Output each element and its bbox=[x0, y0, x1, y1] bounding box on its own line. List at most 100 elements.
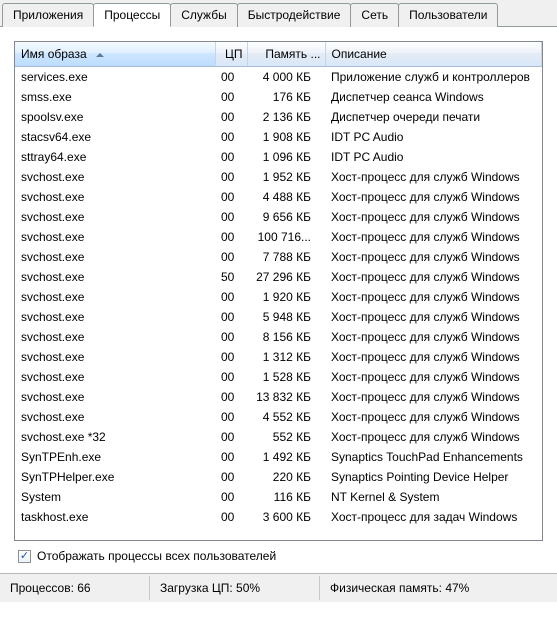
cell-memory: 27 296 КБ bbox=[247, 267, 325, 287]
cell-description: Хост-процесс для служб Windows bbox=[325, 267, 542, 287]
cell-cpu: 00 bbox=[215, 307, 247, 327]
cell-memory: 9 656 КБ bbox=[247, 207, 325, 227]
column-header-name-label: Имя образа bbox=[21, 47, 87, 61]
cell-memory: 1 096 КБ bbox=[247, 147, 325, 167]
cell-description: IDT PC Audio bbox=[325, 147, 542, 167]
table-row[interactable]: svchost.exe0013 832 КБХост-процесс для с… bbox=[15, 387, 542, 407]
table-row[interactable]: services.exe004 000 КБПриложение служб и… bbox=[15, 67, 542, 87]
cell-memory: 2 136 КБ bbox=[247, 107, 325, 127]
cell-cpu: 00 bbox=[215, 407, 247, 427]
tab-content: Имя образа ЦП Память ... Описание servic… bbox=[0, 27, 557, 573]
show-all-users-checkbox[interactable]: ✓ bbox=[18, 550, 31, 563]
cell-cpu: 00 bbox=[215, 467, 247, 487]
cell-name: stacsv64.exe bbox=[15, 127, 215, 147]
cell-memory: 4 552 КБ bbox=[247, 407, 325, 427]
tab-2[interactable]: Службы bbox=[170, 3, 237, 27]
column-header-memory[interactable]: Память ... bbox=[247, 42, 325, 67]
tab-1[interactable]: Процессы bbox=[93, 3, 171, 27]
cell-name: svchost.exe bbox=[15, 267, 215, 287]
cell-description: Хост-процесс для задач Windows bbox=[325, 507, 542, 527]
table-row[interactable]: svchost.exe001 952 КБХост-процесс для сл… bbox=[15, 167, 542, 187]
table-row[interactable]: svchost.exe001 312 КБХост-процесс для сл… bbox=[15, 347, 542, 367]
table-row[interactable]: svchost.exe004 552 КБХост-процесс для сл… bbox=[15, 407, 542, 427]
table-row[interactable]: svchost.exe007 788 КБХост-процесс для сл… bbox=[15, 247, 542, 267]
cell-description: Хост-процесс для служб Windows bbox=[325, 247, 542, 267]
cell-name: SynTPEnh.exe bbox=[15, 447, 215, 467]
table-row[interactable]: SynTPEnh.exe001 492 КБSynaptics TouchPad… bbox=[15, 447, 542, 467]
cell-cpu: 00 bbox=[215, 367, 247, 387]
cell-name: smss.exe bbox=[15, 87, 215, 107]
table-row[interactable]: svchost.exe005 948 КБХост-процесс для сл… bbox=[15, 307, 542, 327]
cell-description: Хост-процесс для служб Windows bbox=[325, 387, 542, 407]
cell-name: System bbox=[15, 487, 215, 507]
cell-cpu: 00 bbox=[215, 327, 247, 347]
table-row[interactable]: svchost.exe5027 296 КБХост-процесс для с… bbox=[15, 267, 542, 287]
cell-description: Диспетчер сеанса Windows bbox=[325, 87, 542, 107]
table-row[interactable]: stacsv64.exe001 908 КБIDT PC Audio bbox=[15, 127, 542, 147]
cell-name: svchost.exe bbox=[15, 347, 215, 367]
tab-bar: ПриложенияПроцессыСлужбыБыстродействиеСе… bbox=[0, 0, 557, 27]
cell-name: sttray64.exe bbox=[15, 147, 215, 167]
cell-memory: 1 528 КБ bbox=[247, 367, 325, 387]
cell-cpu: 00 bbox=[215, 187, 247, 207]
column-header-name[interactable]: Имя образа bbox=[15, 42, 215, 67]
status-process-count: Процессов: 66 bbox=[0, 576, 150, 600]
cell-cpu: 50 bbox=[215, 267, 247, 287]
cell-memory: 116 КБ bbox=[247, 487, 325, 507]
cell-cpu: 00 bbox=[215, 387, 247, 407]
cell-cpu: 00 bbox=[215, 247, 247, 267]
cell-name: svchost.exe bbox=[15, 367, 215, 387]
cell-memory: 8 156 КБ bbox=[247, 327, 325, 347]
tab-3[interactable]: Быстродействие bbox=[237, 3, 352, 27]
table-row[interactable]: System00116 КБNT Kernel & System bbox=[15, 487, 542, 507]
cell-cpu: 00 bbox=[215, 347, 247, 367]
cell-memory: 4 000 КБ bbox=[247, 67, 325, 87]
cell-memory: 100 716... bbox=[247, 227, 325, 247]
process-table-container: Имя образа ЦП Память ... Описание servic… bbox=[14, 41, 543, 541]
table-row[interactable]: spoolsv.exe002 136 КБДиспетчер очереди п… bbox=[15, 107, 542, 127]
cell-name: services.exe bbox=[15, 67, 215, 87]
table-row[interactable]: svchost.exe001 920 КБХост-процесс для сл… bbox=[15, 287, 542, 307]
table-row[interactable]: svchost.exe *3200552 КБХост-процесс для … bbox=[15, 427, 542, 447]
cell-cpu: 00 bbox=[215, 167, 247, 187]
table-row[interactable]: svchost.exe001 528 КБХост-процесс для сл… bbox=[15, 367, 542, 387]
cell-memory: 7 788 КБ bbox=[247, 247, 325, 267]
table-row[interactable]: SynTPHelper.exe00220 КБSynaptics Pointin… bbox=[15, 467, 542, 487]
status-bar: Процессов: 66 Загрузка ЦП: 50% Физическа… bbox=[0, 573, 557, 602]
table-row[interactable]: taskhost.exe003 600 КБХост-процесс для з… bbox=[15, 507, 542, 527]
cell-description: Synaptics TouchPad Enhancements bbox=[325, 447, 542, 467]
cell-cpu: 00 bbox=[215, 207, 247, 227]
tab-5[interactable]: Пользователи bbox=[398, 3, 498, 27]
cell-description: Хост-процесс для служб Windows bbox=[325, 227, 542, 247]
cell-memory: 1 952 КБ bbox=[247, 167, 325, 187]
cell-description: Хост-процесс для служб Windows bbox=[325, 167, 542, 187]
table-row[interactable]: svchost.exe00100 716...Хост-процесс для … bbox=[15, 227, 542, 247]
cell-cpu: 00 bbox=[215, 127, 247, 147]
cell-description: IDT PC Audio bbox=[325, 127, 542, 147]
tab-0[interactable]: Приложения bbox=[2, 3, 94, 27]
cell-name: svchost.exe bbox=[15, 247, 215, 267]
cell-cpu: 00 bbox=[215, 227, 247, 247]
cell-description: Диспетчер очереди печати bbox=[325, 107, 542, 127]
cell-name: svchost.exe bbox=[15, 407, 215, 427]
table-row[interactable]: sttray64.exe001 096 КБIDT PC Audio bbox=[15, 147, 542, 167]
cell-name: svchost.exe bbox=[15, 227, 215, 247]
table-row[interactable]: smss.exe00176 КБДиспетчер сеанса Windows bbox=[15, 87, 542, 107]
column-header-description[interactable]: Описание bbox=[325, 42, 542, 67]
table-row[interactable]: svchost.exe004 488 КБХост-процесс для сл… bbox=[15, 187, 542, 207]
sort-ascending-icon bbox=[96, 53, 104, 57]
table-row[interactable]: svchost.exe009 656 КБХост-процесс для сл… bbox=[15, 207, 542, 227]
cell-memory: 5 948 КБ bbox=[247, 307, 325, 327]
cell-name: svchost.exe bbox=[15, 327, 215, 347]
cell-memory: 176 КБ bbox=[247, 87, 325, 107]
table-row[interactable]: svchost.exe008 156 КБХост-процесс для сл… bbox=[15, 327, 542, 347]
show-all-users-label: Отображать процессы всех пользователей bbox=[37, 549, 276, 563]
cell-cpu: 00 bbox=[215, 287, 247, 307]
cell-name: taskhost.exe bbox=[15, 507, 215, 527]
cell-description: NT Kernel & System bbox=[325, 487, 542, 507]
cell-description: Хост-процесс для служб Windows bbox=[325, 307, 542, 327]
cell-memory: 4 488 КБ bbox=[247, 187, 325, 207]
column-header-cpu[interactable]: ЦП bbox=[215, 42, 247, 67]
cell-name: svchost.exe bbox=[15, 307, 215, 327]
tab-4[interactable]: Сеть bbox=[350, 3, 399, 27]
